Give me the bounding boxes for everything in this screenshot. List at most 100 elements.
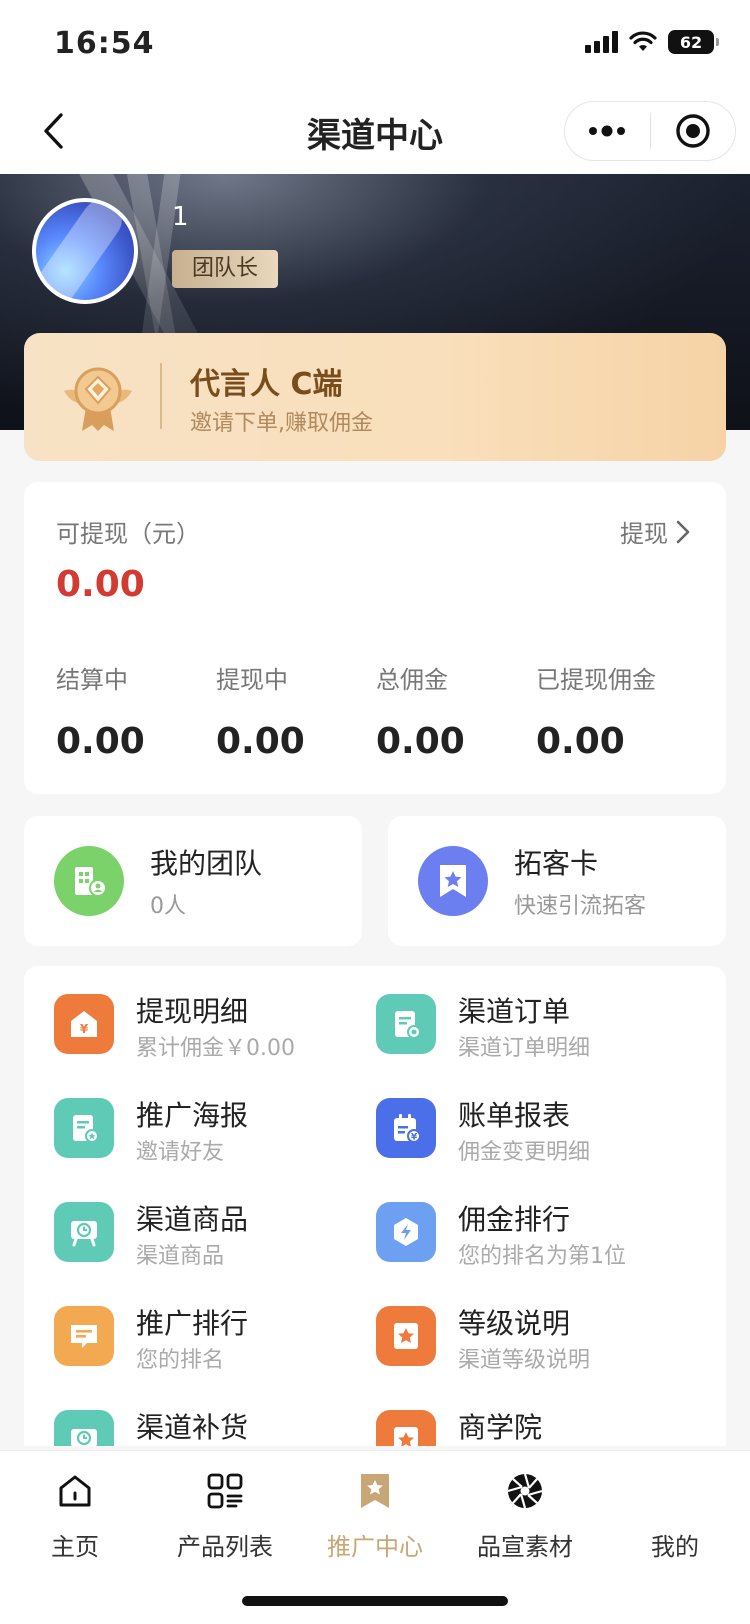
my-team-card[interactable]: 我的团队 0人: [24, 816, 362, 946]
more-dots-icon: [589, 125, 626, 137]
withdrawable-amount: 0.00: [56, 564, 145, 605]
level-divider: [160, 363, 162, 429]
stat-total-commission: 总佣金 0.00: [376, 660, 536, 762]
stat-label: 结算中: [56, 666, 128, 694]
order-doc-icon: [376, 994, 436, 1054]
status-icons: 62: [585, 30, 719, 54]
ranking-bolt-icon: [376, 1202, 436, 1262]
tab-label: 我的: [651, 1533, 699, 1561]
menu-title: 渠道商品: [136, 1203, 249, 1236]
commission-stats: 结算中 0.00 提现中 0.00 总佣金 0.00 已提现佣金 0.00: [56, 660, 696, 762]
target-icon: [676, 114, 710, 148]
home-icon: [59, 1475, 91, 1507]
wifi-icon: [629, 31, 657, 51]
menu-title: 账单报表: [458, 1099, 571, 1132]
quick-card-title: 我的团队: [150, 847, 263, 880]
avatar[interactable]: [32, 198, 138, 304]
bill-report-icon: ¥: [376, 1098, 436, 1158]
team-building-icon: [54, 846, 124, 916]
more-button[interactable]: [565, 102, 650, 160]
tab-label: 品宣素材: [477, 1533, 573, 1561]
menu-item-channel-products[interactable]: 渠道商品 渠道商品: [54, 1202, 374, 1292]
menu-item-level-description[interactable]: 等级说明 渠道等级说明: [376, 1306, 696, 1396]
menu-title: 商学院: [458, 1411, 543, 1444]
function-menu: ¥ 提现明细 累计佣金￥0.00 渠道订单 渠道订单明细 推广海报 邀请好友 ¥…: [24, 966, 726, 1446]
quick-card-title: 拓客卡: [514, 847, 599, 880]
svg-text:¥: ¥: [411, 1133, 418, 1143]
poster-doc-icon: [54, 1098, 114, 1158]
signal-icon: [585, 31, 618, 53]
status-bar: 16:54 62: [0, 0, 750, 88]
tab-brand-materials[interactable]: 品宣素材: [450, 1469, 600, 1562]
stat-value: 0.00: [536, 721, 625, 762]
stat-label: 总佣金: [376, 666, 448, 694]
menu-item-commission-ranking[interactable]: 佣金排行 您的排名为第1位: [376, 1202, 696, 1292]
withdraw-detail-icon: ¥: [54, 994, 114, 1054]
menu-title: 提现明细: [136, 995, 249, 1028]
medal-icon: [64, 367, 132, 431]
menu-subtitle: 渠道订单明细: [458, 1036, 591, 1061]
stat-value: 0.00: [216, 721, 305, 762]
message-rank-icon: [54, 1306, 114, 1366]
menu-title: 佣金排行: [458, 1203, 571, 1236]
home-indicator: [242, 1596, 508, 1606]
stat-label: 提现中: [216, 666, 288, 694]
stat-withdrawn-commission: 已提现佣金 0.00: [536, 660, 696, 762]
tab-home[interactable]: 主页: [0, 1469, 150, 1562]
menu-item-business-academy[interactable]: 商学院: [376, 1410, 696, 1446]
menu-item-promo-poster[interactable]: 推广海报 邀请好友: [54, 1098, 374, 1188]
menu-item-bill-report[interactable]: ¥ 账单报表 佣金变更明细: [376, 1098, 696, 1188]
withdraw-label: 提现: [620, 520, 668, 548]
nav-bar: 渠道中心: [0, 88, 750, 174]
stat-label: 已提现佣金: [536, 666, 656, 694]
menu-subtitle: 累计佣金￥0.00: [136, 1036, 295, 1061]
level-subtitle: 邀请下单,赚取佣金: [190, 411, 373, 436]
level-card[interactable]: 代言人 C端 邀请下单,赚取佣金: [24, 333, 726, 461]
referral-card[interactable]: 拓客卡 快速引流拓客: [388, 816, 726, 946]
menu-item-promo-ranking[interactable]: 推广排行 您的排名: [54, 1306, 374, 1396]
promo-bookmark-icon: [361, 1474, 389, 1508]
battery-icon: 62: [668, 30, 719, 54]
chevron-right-icon: [676, 520, 690, 543]
profile-icon: [600, 1469, 750, 1513]
stat-value: 0.00: [376, 721, 465, 762]
status-time: 16:54: [54, 26, 155, 61]
menu-subtitle: 渠道商品: [136, 1244, 225, 1269]
level-star-icon: [376, 1306, 436, 1366]
tab-label: 推广中心: [327, 1533, 423, 1561]
menu-title: 推广排行: [136, 1307, 249, 1340]
stat-withdrawing: 提现中 0.00: [216, 660, 376, 762]
menu-item-withdraw-detail[interactable]: ¥ 提现明细 累计佣金￥0.00: [54, 994, 374, 1084]
aperture-icon: [507, 1473, 543, 1509]
stat-settling: 结算中 0.00: [56, 660, 216, 762]
menu-subtitle: 渠道等级说明: [458, 1348, 591, 1373]
menu-item-channel-restock[interactable]: 渠道补货: [54, 1410, 374, 1446]
menu-subtitle: 邀请好友: [136, 1140, 225, 1165]
menu-title: 渠道订单: [458, 995, 571, 1028]
role-badge: 团队长: [172, 250, 279, 288]
tab-mine[interactable]: 我的: [600, 1469, 750, 1562]
menu-title: 渠道补货: [136, 1411, 249, 1444]
svg-text:¥: ¥: [80, 1022, 89, 1036]
tab-promo-center[interactable]: 推广中心: [300, 1469, 450, 1562]
product-clock-icon: [54, 1202, 114, 1262]
mini-program-capsule: [564, 101, 736, 161]
menu-title: 等级说明: [458, 1307, 571, 1340]
quick-card-subtitle: 0人: [150, 894, 186, 919]
tab-label: 产品列表: [177, 1533, 273, 1561]
level-title: 代言人 C端: [190, 367, 343, 402]
stat-value: 0.00: [56, 721, 145, 762]
star-bookmark-icon: [418, 846, 488, 916]
menu-subtitle: 佣金变更明细: [458, 1140, 591, 1165]
wallet-card: 可提现（元） 提现 0.00 结算中 0.00 提现中 0.00 总佣金 0.0…: [24, 482, 726, 794]
grid-list-icon: [207, 1473, 243, 1509]
menu-subtitle: 您的排名为第1位: [458, 1244, 626, 1269]
restock-icon: [54, 1410, 114, 1446]
menu-item-channel-orders[interactable]: 渠道订单 渠道订单明细: [376, 994, 696, 1084]
quick-card-subtitle: 快速引流拓客: [514, 894, 647, 919]
tab-product-list[interactable]: 产品列表: [150, 1469, 300, 1562]
withdrawable-label: 可提现（元）: [56, 520, 200, 548]
withdraw-button[interactable]: 提现: [620, 514, 690, 549]
academy-star-icon: [376, 1410, 436, 1446]
close-miniprogram-button[interactable]: [651, 102, 736, 160]
